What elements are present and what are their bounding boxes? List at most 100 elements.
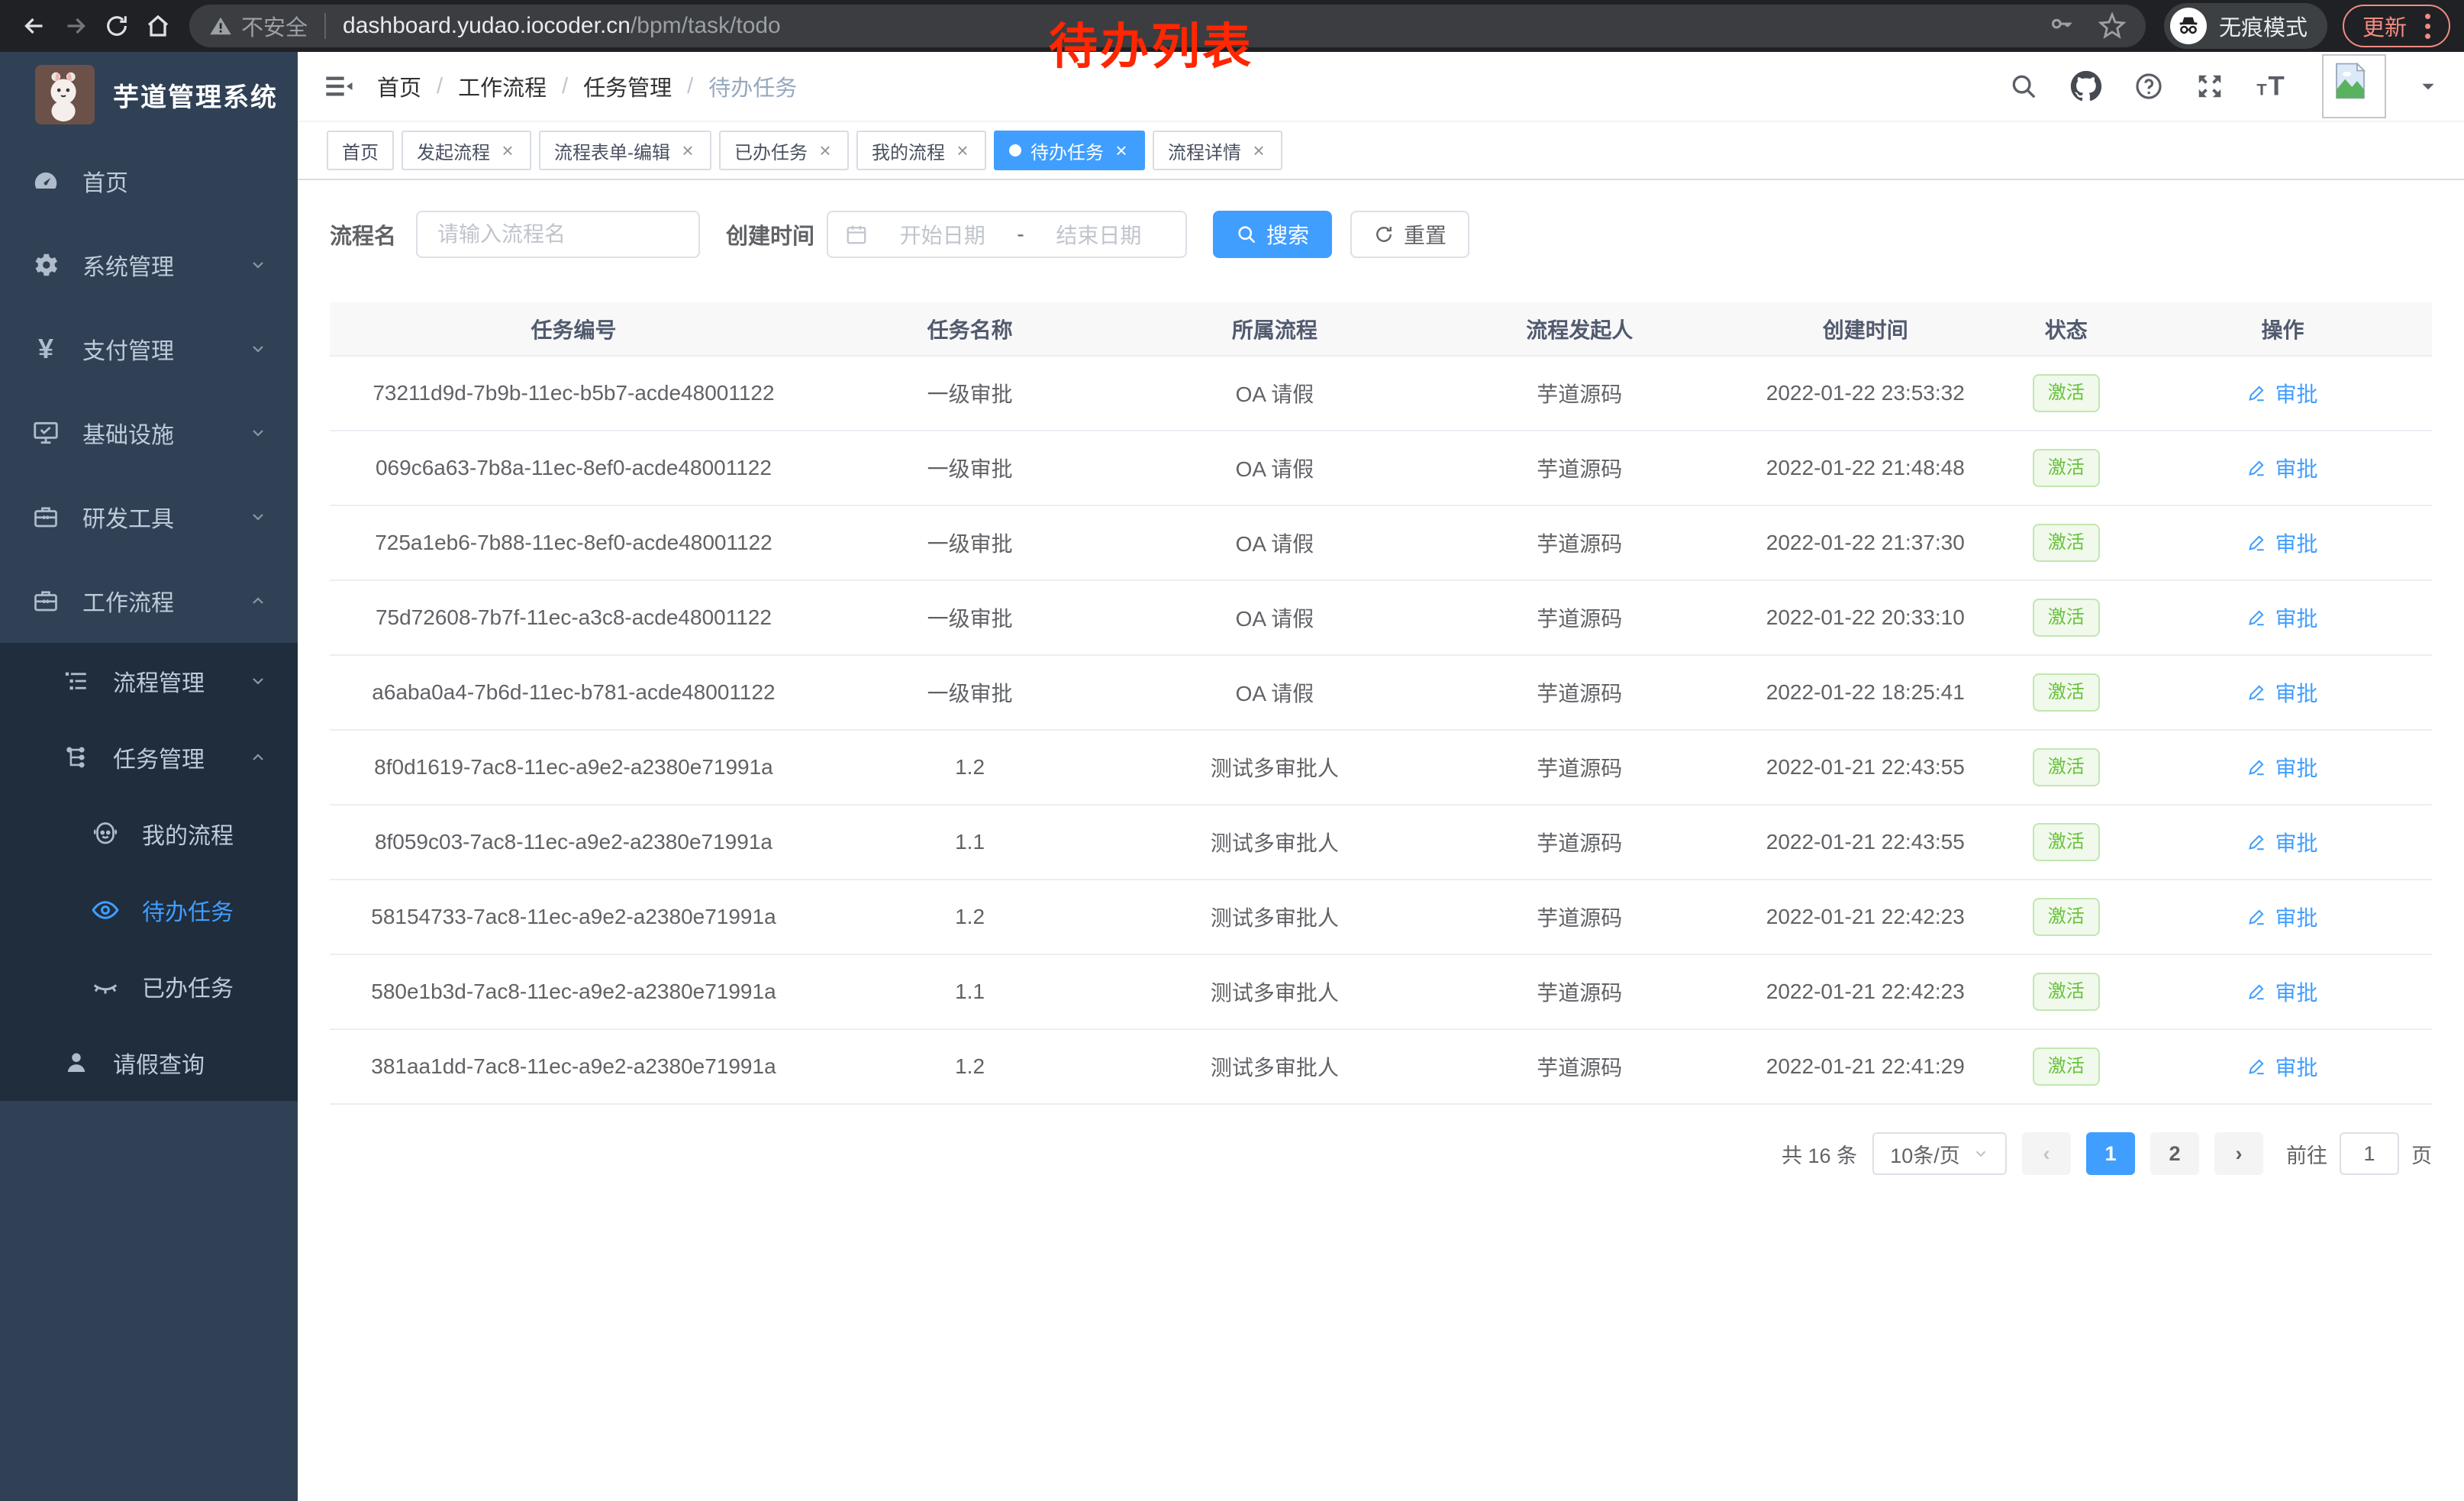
update-button[interactable]: 更新 (2343, 5, 2450, 47)
app-window: 芋道管理系统 首页 系统管理 ¥ (0, 52, 2464, 1501)
github-icon[interactable] (2070, 70, 2102, 102)
fullscreen-icon[interactable] (2195, 72, 2224, 101)
back-icon (21, 12, 48, 40)
browser-reload-button[interactable] (96, 5, 137, 47)
col-status: 状态 (1999, 302, 2133, 356)
tab-done-tasks[interactable]: 已办任务 × (719, 131, 849, 170)
start-date-placeholder[interactable]: 开始日期 (872, 219, 1012, 250)
task-time: 2022-01-22 23:53:32 (1732, 356, 1999, 431)
approve-link[interactable]: 审批 (2247, 378, 2317, 408)
sidebar-item-label: 系统管理 (82, 248, 174, 282)
sidebar-item-payment[interactable]: ¥ 支付管理 (0, 307, 298, 391)
task-id: 381aa1dd-7ac8-11ec-a9e2-a2380e71991a (330, 1029, 818, 1104)
tab-process-detail[interactable]: 流程详情 × (1153, 131, 1282, 170)
search-button[interactable]: 搜索 (1213, 211, 1332, 258)
sidebar-item-leave-query[interactable]: 请假查询 (0, 1025, 298, 1101)
browser-menu-icon[interactable] (2420, 14, 2435, 39)
task-id: 069c6a63-7b8a-11ec-8ef0-acde48001122 (330, 431, 818, 505)
sidebar-item-task-mgmt[interactable]: 任务管理 (0, 719, 298, 796)
close-icon[interactable]: × (679, 140, 696, 160)
status-badge: 激活 (2033, 973, 2100, 1010)
sidebar-item-todo-tasks[interactable]: 待办任务 (0, 872, 298, 948)
approve-link[interactable]: 审批 (2247, 602, 2317, 633)
edit-icon (2247, 1057, 2267, 1077)
search-icon[interactable] (2009, 72, 2038, 101)
edit-icon (2247, 383, 2267, 403)
sidebar-item-home[interactable]: 首页 (0, 139, 298, 223)
table-row: 725a1eb6-7b88-11ec-8ef0-acde48001122 一级审… (330, 505, 2432, 580)
tab-home[interactable]: 首页 (327, 131, 394, 170)
sidebar-item-label: 首页 (82, 164, 128, 198)
approve-link[interactable]: 审批 (2247, 902, 2317, 932)
tags-view-bar: 首页 发起流程 × 流程表单-编辑 × 已办任务 × 我的流程 × (298, 122, 2464, 180)
prev-page-button[interactable]: ‹ (2022, 1132, 2071, 1175)
tab-my-process[interactable]: 我的流程 × (856, 131, 986, 170)
process-name-input[interactable] (416, 211, 700, 258)
task-process: 测试多审批人 (1122, 730, 1427, 805)
sidebar-logo[interactable]: 芋道管理系统 (0, 52, 298, 137)
page-button-1[interactable]: 1 (2086, 1132, 2135, 1175)
close-icon[interactable]: × (954, 140, 971, 160)
browser-back-button[interactable] (14, 5, 55, 47)
task-id: 58154733-7ac8-11ec-a9e2-a2380e71991a (330, 880, 818, 954)
approve-link[interactable]: 审批 (2247, 976, 2317, 1007)
task-starter: 芋道源码 (1427, 805, 1732, 880)
reset-button-label: 重置 (1404, 219, 1446, 250)
sidebar-item-system[interactable]: 系统管理 (0, 223, 298, 307)
tab-start-process[interactable]: 发起流程 × (402, 131, 531, 170)
goto-page-input[interactable] (2340, 1132, 2399, 1175)
help-icon[interactable] (2134, 72, 2163, 101)
close-icon[interactable]: × (1250, 140, 1267, 160)
sidebar-item-infrastructure[interactable]: 基础设施 (0, 391, 298, 475)
sidebar-item-done-tasks[interactable]: 已办任务 (0, 948, 298, 1025)
date-range-picker[interactable]: 开始日期 - 结束日期 (827, 211, 1187, 258)
approve-link[interactable]: 审批 (2247, 1051, 2317, 1082)
task-starter: 芋道源码 (1427, 580, 1732, 655)
sidebar-fold-icon[interactable] (324, 71, 354, 102)
next-page-button[interactable]: › (2214, 1132, 2263, 1175)
sidebar-item-label: 任务管理 (113, 741, 205, 774)
approve-link[interactable]: 审批 (2247, 453, 2317, 483)
tab-todo-tasks[interactable]: 待办任务 × (994, 131, 1145, 170)
sidebar-item-workflow[interactable]: 工作流程 (0, 559, 298, 643)
approve-link[interactable]: 审批 (2247, 752, 2317, 783)
approve-link[interactable]: 审批 (2247, 528, 2317, 558)
close-icon[interactable]: × (499, 140, 516, 160)
avatar[interactable] (2322, 54, 2386, 118)
sidebar-item-devtools[interactable]: 研发工具 (0, 475, 298, 559)
page-button-2[interactable]: 2 (2150, 1132, 2199, 1175)
edit-icon (2247, 608, 2267, 628)
task-table: 任务编号 任务名称 所属流程 流程发起人 创建时间 状态 操作 73211d9d… (330, 302, 2432, 1105)
browser-forward-button[interactable] (55, 5, 96, 47)
breadcrumb-item[interactable]: 工作流程 (458, 70, 547, 102)
password-key-icon[interactable] (2048, 13, 2074, 39)
home-icon (144, 12, 172, 40)
font-size-icon[interactable]: TT (2256, 71, 2290, 102)
omnibox-divider (324, 13, 326, 39)
sidebar-menu: 首页 系统管理 ¥ 支付管理 (0, 139, 298, 1101)
close-icon[interactable]: × (1113, 140, 1130, 160)
bookmark-star-icon[interactable] (2098, 12, 2126, 40)
reset-button[interactable]: 重置 (1350, 211, 1469, 258)
sidebar-item-my-process[interactable]: 我的流程 (0, 796, 298, 872)
sidebar-item-label: 研发工具 (82, 500, 174, 534)
approve-link[interactable]: 审批 (2247, 677, 2317, 708)
sidebar-item-process-mgmt[interactable]: 流程管理 (0, 643, 298, 719)
task-name: 一级审批 (818, 580, 1122, 655)
avatar-caret-down-icon[interactable] (2418, 76, 2438, 96)
tree-node-icon (61, 742, 92, 773)
approve-label: 审批 (2275, 602, 2317, 633)
approve-label: 审批 (2275, 378, 2317, 408)
breadcrumb-item[interactable]: 首页 (377, 70, 421, 102)
task-name: 一级审批 (818, 505, 1122, 580)
breadcrumb-item[interactable]: 任务管理 (583, 70, 672, 102)
tab-process-form-edit[interactable]: 流程表单-编辑 × (539, 131, 711, 170)
approve-link[interactable]: 审批 (2247, 827, 2317, 857)
close-icon[interactable]: × (817, 140, 834, 160)
task-time: 2022-01-22 20:33:10 (1732, 580, 1999, 655)
edit-icon (2247, 683, 2267, 702)
page-size-select[interactable]: 10条/页 (1872, 1132, 2007, 1175)
browser-home-button[interactable] (137, 5, 179, 47)
end-date-placeholder[interactable]: 结束日期 (1029, 219, 1169, 250)
task-starter: 芋道源码 (1427, 1029, 1732, 1104)
